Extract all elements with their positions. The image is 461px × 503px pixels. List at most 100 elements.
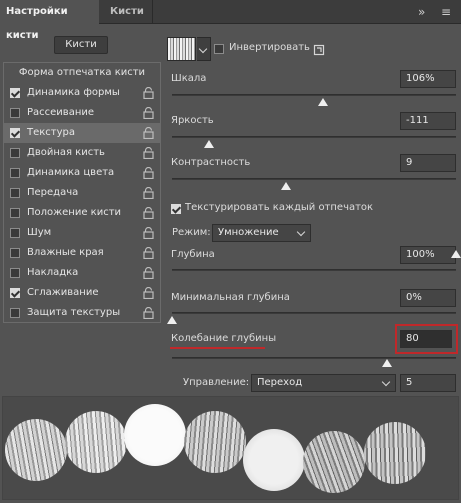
checkbox[interactable]	[10, 208, 20, 218]
min-depth-slider-thumb[interactable]	[167, 316, 177, 324]
list-item-label: Сглаживание	[27, 287, 99, 298]
brush-dab	[303, 431, 365, 493]
brush-dab	[243, 429, 305, 491]
list-item-label: Положение кисти	[27, 207, 122, 218]
panel-menu-icon[interactable]: ≡	[441, 0, 451, 24]
list-item-color-dynamics[interactable]: Динамика цвета	[4, 163, 160, 183]
lock-icon[interactable]	[143, 227, 154, 239]
brush-dab	[65, 411, 127, 473]
brush-options-list: Форма отпечатка кисти Динамика формы Рас…	[3, 62, 161, 323]
create-new-preset-icon[interactable]	[313, 44, 325, 56]
list-item-smoothing[interactable]: Сглаживание	[4, 283, 160, 303]
list-item-label: Динамика цвета	[27, 167, 115, 178]
lock-icon[interactable]	[143, 247, 154, 259]
tab-divider	[152, 0, 153, 24]
scale-slider-thumb[interactable]	[317, 98, 328, 106]
checkbox[interactable]	[10, 268, 20, 278]
control-steps-field[interactable]: 5	[400, 374, 456, 392]
tab-brushes[interactable]: Кисти	[104, 0, 152, 24]
list-item-noise[interactable]: Шум	[4, 223, 160, 243]
texture-each-tip-label: Текстурировать каждый отпечаток	[185, 202, 374, 213]
checkbox[interactable]	[10, 308, 20, 318]
tab-bar: Настройки кисти Кисти » ≡	[0, 0, 461, 41]
list-item-scattering[interactable]: Рассеивание	[4, 103, 160, 123]
depth-jitter-underline	[170, 347, 265, 349]
brush-tip-shape-item[interactable]: Форма отпечатка кисти	[4, 63, 160, 83]
invert-label: Инвертировать	[229, 42, 310, 53]
depth-jitter-label: Колебание глубины	[171, 333, 277, 344]
brightness-slider-thumb[interactable]	[203, 140, 214, 148]
contrast-slider-thumb[interactable]	[280, 182, 291, 190]
list-item-shape-dynamics[interactable]: Динамика формы	[4, 83, 160, 103]
scale-slider-track[interactable]	[172, 94, 456, 96]
mode-label: Режим:	[172, 227, 211, 238]
checkbox[interactable]	[10, 188, 20, 198]
checkbox[interactable]	[10, 128, 20, 138]
brush-dab	[184, 411, 246, 473]
depth-field[interactable]: 100%	[400, 246, 456, 264]
list-item-label: Накладка	[27, 267, 79, 278]
checkbox[interactable]	[10, 148, 20, 158]
depth-slider-thumb[interactable]	[451, 250, 461, 258]
lock-icon[interactable]	[143, 267, 154, 279]
lock-icon[interactable]	[143, 287, 154, 299]
brushes-button[interactable]: Кисти	[54, 36, 108, 54]
depth-jitter-slider-thumb[interactable]	[382, 359, 393, 367]
lock-icon[interactable]	[143, 187, 154, 199]
list-item-label: Рассеивание	[27, 107, 95, 118]
invert-checkbox[interactable]	[214, 44, 224, 54]
depth-jitter-slider-track[interactable]	[172, 357, 456, 359]
list-item-label: Влажные края	[27, 247, 104, 258]
control-select[interactable]: Переход	[251, 374, 396, 392]
brush-dab	[5, 419, 67, 481]
stroke-preview	[2, 396, 459, 500]
list-item-texture[interactable]: Текстура	[4, 123, 160, 143]
list-item-protect-texture[interactable]: Защита текстуры	[4, 303, 160, 323]
contrast-slider-track[interactable]	[172, 178, 456, 180]
scale-label: Шкала	[171, 73, 207, 84]
lock-icon[interactable]	[143, 127, 154, 139]
list-item-label: Передача	[27, 187, 79, 198]
checkbox[interactable]	[10, 108, 20, 118]
min-depth-label: Минимальная глубина	[171, 292, 290, 303]
lock-icon[interactable]	[143, 167, 154, 179]
checkbox[interactable]	[10, 228, 20, 238]
lock-icon[interactable]	[143, 87, 154, 99]
depth-slider-track[interactable]	[172, 269, 456, 271]
contrast-label: Контрастность	[171, 157, 251, 168]
list-item-label: Шум	[27, 227, 52, 238]
scale-field[interactable]: 106%	[400, 70, 456, 88]
checkbox[interactable]	[10, 88, 20, 98]
list-item-brush-pose[interactable]: Положение кисти	[4, 203, 160, 223]
brush-dab	[124, 404, 186, 466]
brightness-label: Яркость	[171, 115, 214, 126]
checkbox[interactable]	[10, 248, 20, 258]
list-item-wet-edges[interactable]: Влажные края	[4, 243, 160, 263]
lock-icon[interactable]	[143, 307, 154, 319]
brightness-slider-track[interactable]	[172, 136, 456, 138]
collapse-icon[interactable]: »	[418, 0, 425, 24]
lock-icon[interactable]	[143, 107, 154, 119]
tab-brush-settings[interactable]: Настройки кисти	[0, 0, 99, 41]
list-item-build-up[interactable]: Накладка	[4, 263, 160, 283]
brightness-field[interactable]: -111	[400, 112, 456, 130]
min-depth-slider-track[interactable]	[172, 312, 456, 314]
brush-dab	[364, 422, 426, 484]
mode-select[interactable]: Умножение	[212, 224, 311, 242]
list-item-dual-brush[interactable]: Двойная кисть	[4, 143, 160, 163]
texture-each-tip-checkbox[interactable]	[171, 204, 181, 214]
list-item-label: Двойная кисть	[27, 147, 105, 158]
depth-label: Глубина	[171, 249, 215, 260]
list-item-label: Динамика формы	[27, 87, 120, 98]
lock-icon[interactable]	[143, 207, 154, 219]
min-depth-field[interactable]: 0%	[400, 289, 456, 307]
control-label: Управление:	[183, 377, 250, 388]
list-item-transfer[interactable]: Передача	[4, 183, 160, 203]
depth-jitter-field[interactable]: 80	[400, 330, 452, 348]
checkbox[interactable]	[10, 288, 20, 298]
contrast-field[interactable]: 9	[400, 154, 456, 172]
texture-pattern-swatch[interactable]	[167, 37, 196, 61]
pattern-picker-dropdown[interactable]	[197, 37, 211, 61]
checkbox[interactable]	[10, 168, 20, 178]
lock-icon[interactable]	[143, 147, 154, 159]
